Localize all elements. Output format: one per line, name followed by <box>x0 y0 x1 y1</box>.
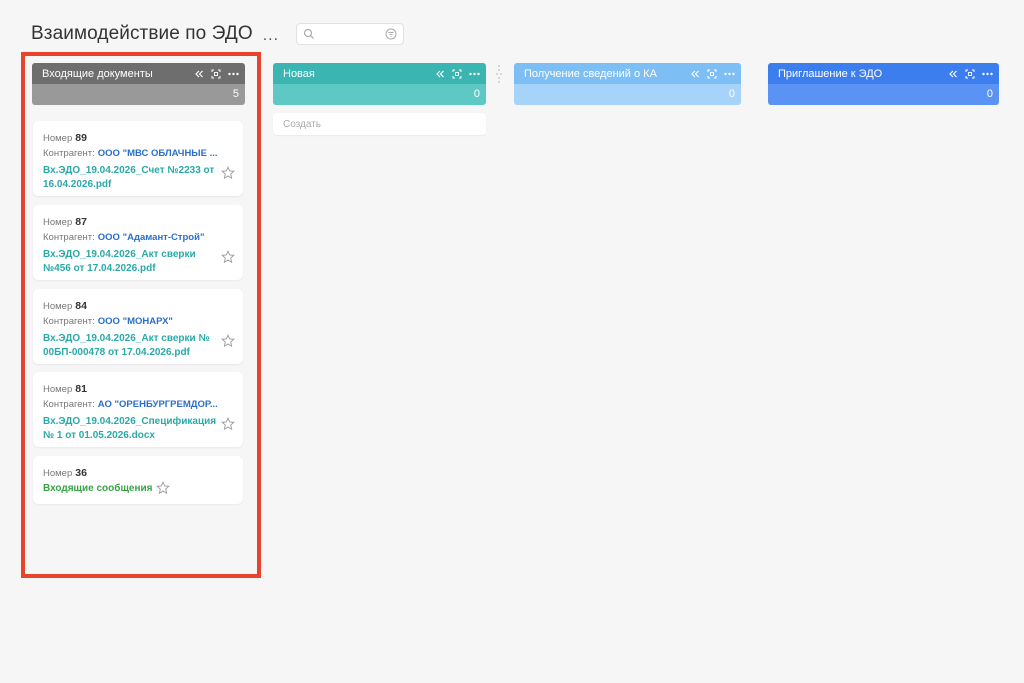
document-card[interactable]: Номер 87 Контрагент: ООО "Адамант-Строй" В… <box>33 205 243 280</box>
column-title: Получение сведений о КА <box>524 67 657 80</box>
column-counterparty-info: Получение сведений о КА 0 <box>514 63 741 105</box>
counterparty-label: Контрагент: <box>43 399 95 410</box>
focus-frame-icon[interactable] <box>707 69 717 79</box>
column-title: Приглашение к ЭДО <box>778 67 883 80</box>
number-label: Номер <box>43 133 73 144</box>
more-dots-icon[interactable] <box>228 69 239 79</box>
chevrons-left-icon[interactable] <box>435 69 445 79</box>
column-header[interactable]: Получение сведений о КА <box>514 63 741 84</box>
filter-icon[interactable] <box>385 28 397 40</box>
counterparty-label: Контрагент: <box>43 148 95 159</box>
file-link[interactable]: Вх.ЭДО_19.04.2026_Спецификация № 1 от 01… <box>43 415 216 443</box>
column-header[interactable]: Приглашение к ЭДО <box>768 63 999 84</box>
more-dots-icon[interactable] <box>724 69 735 79</box>
column-invitation: Приглашение к ЭДО 0 <box>768 63 999 105</box>
document-card[interactable]: Номер 81 Контрагент: АО "ОРЕНБУРГРЕМДОР...… <box>33 372 243 447</box>
search-icon <box>303 28 314 39</box>
counterparty-link[interactable]: ООО "МВС ОБЛАЧНЫЕ ... <box>98 148 218 159</box>
star-outline-icon[interactable] <box>221 250 235 264</box>
column-new: Новая 0 Создать <box>273 63 486 135</box>
chevrons-left-icon[interactable] <box>948 69 958 79</box>
column-count: 0 <box>273 84 486 105</box>
star-outline-icon[interactable] <box>221 417 235 431</box>
document-number: 84 <box>75 300 87 312</box>
counterparty-link[interactable]: ООО "МОНАРХ" <box>98 316 173 327</box>
title-more-button[interactable]: ... <box>263 27 279 45</box>
focus-frame-icon[interactable] <box>965 69 975 79</box>
drag-handle-icon[interactable] <box>496 62 502 86</box>
file-link[interactable]: Вх.ЭДО_19.04.2026_Счет №2233 от 16.04.20… <box>43 164 215 192</box>
number-label: Номер <box>43 468 73 479</box>
document-card[interactable]: Номер 36 Входящие сообщения <box>33 456 243 504</box>
search-input[interactable] <box>296 23 404 45</box>
counterparty-link[interactable]: АО "ОРЕНБУРГРЕМДОР... <box>98 399 218 410</box>
counterparty-link[interactable]: ООО "Адамант-Строй" <box>98 232 205 243</box>
column-header[interactable]: Новая <box>273 63 486 84</box>
incoming-messages-link[interactable]: Входящие сообщения <box>43 483 152 494</box>
star-outline-icon[interactable] <box>221 334 235 348</box>
column-header[interactable]: Входящие документы <box>32 63 245 84</box>
chevrons-left-icon[interactable] <box>690 69 700 79</box>
more-dots-icon[interactable] <box>982 69 993 79</box>
number-label: Номер <box>43 301 73 312</box>
create-button[interactable]: Создать <box>273 113 486 135</box>
number-label: Номер <box>43 217 73 228</box>
focus-frame-icon[interactable] <box>452 69 462 79</box>
star-outline-icon[interactable] <box>221 166 235 180</box>
chevrons-left-icon[interactable] <box>194 69 204 79</box>
column-incoming: Входящие документы 5 <box>32 63 245 105</box>
page-header: Взаимодействие по ЭДО ... <box>31 20 279 48</box>
column-count: 0 <box>768 84 999 105</box>
counterparty-label: Контрагент: <box>43 316 95 327</box>
column-title: Входящие документы <box>42 67 153 80</box>
page-title: Взаимодействие по ЭДО <box>31 23 253 44</box>
focus-frame-icon[interactable] <box>211 69 221 79</box>
document-number: 87 <box>75 216 87 228</box>
number-label: Номер <box>43 384 73 395</box>
document-number: 36 <box>75 467 87 479</box>
counterparty-label: Контрагент: <box>43 232 95 243</box>
document-number: 81 <box>75 383 87 395</box>
column-count: 0 <box>514 84 741 105</box>
document-card[interactable]: Номер 89 Контрагент: ООО "МВС ОБЛАЧНЫЕ ...… <box>33 121 243 196</box>
more-dots-icon[interactable] <box>469 69 480 79</box>
column-count: 5 <box>32 84 245 105</box>
document-card[interactable]: Номер 84 Контрагент: ООО "МОНАРХ" Вх.ЭДО_1… <box>33 289 243 364</box>
file-link[interactable]: Вх.ЭДО_19.04.2026_Акт сверки № 00БП-0004… <box>43 332 215 360</box>
file-link[interactable]: Вх.ЭДО_19.04.2026_Акт сверки №456 от 17.… <box>43 248 215 276</box>
document-number: 89 <box>75 132 87 144</box>
star-outline-icon[interactable] <box>156 481 170 495</box>
column-title: Новая <box>283 67 315 80</box>
